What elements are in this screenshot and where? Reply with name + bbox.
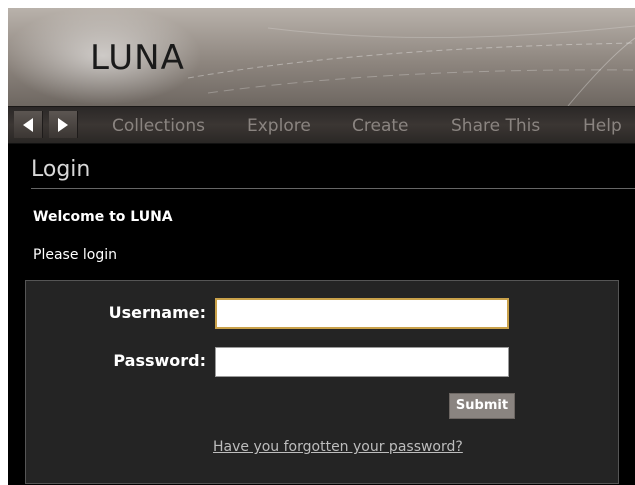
welcome-heading: Welcome to LUNA [33, 209, 173, 225]
login-instruction: Please login [33, 247, 117, 263]
title-divider [31, 188, 635, 189]
luna-logo[interactable]: LUNA [90, 38, 185, 78]
header-banner: LUNA [8, 8, 635, 106]
username-label: Username: [108, 303, 206, 322]
submit-button[interactable]: Submit [449, 393, 515, 419]
forgot-password-link[interactable]: Have you forgotten your password? [213, 439, 463, 455]
username-field[interactable] [215, 298, 509, 329]
back-button[interactable] [14, 111, 43, 138]
nav-explore[interactable]: Explore [247, 116, 311, 136]
nav-create[interactable]: Create [352, 116, 409, 136]
main-navigation: Collections Explore Create Share This He… [8, 106, 635, 144]
nav-collections[interactable]: Collections [112, 116, 205, 136]
login-form: Username: Password: Submit Have you forg… [25, 280, 619, 484]
luna-app: LUNA Collections Explore Create Share Th… [8, 8, 635, 485]
nav-help[interactable]: Help [583, 116, 622, 136]
nav-share-this[interactable]: Share This [451, 116, 540, 136]
chevron-left-icon [23, 118, 33, 132]
password-label: Password: [113, 351, 206, 370]
chevron-right-icon [58, 118, 68, 132]
password-field[interactable] [215, 347, 509, 377]
page-title: Login [31, 157, 91, 182]
forward-button[interactable] [49, 111, 78, 138]
